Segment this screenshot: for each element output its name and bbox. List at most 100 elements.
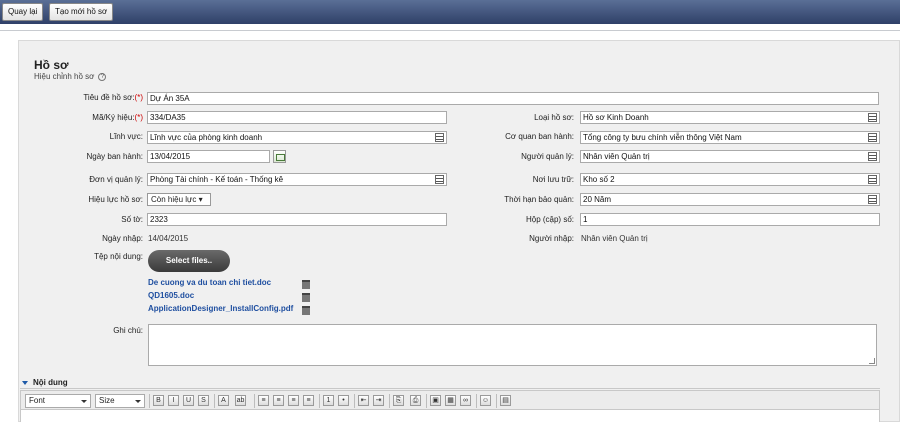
retention-value: 20 Năm	[583, 195, 612, 204]
new-record-button[interactable]: Tạo mới hồ sơ	[49, 3, 114, 21]
lookup-icon[interactable]	[435, 133, 444, 142]
code-label-text: Mã/Ký hiệu:	[92, 113, 135, 122]
toolbar-separator	[476, 394, 477, 408]
entry-user-value: Nhân viên Quản trị	[581, 234, 648, 243]
note-textarea[interactable]	[148, 324, 877, 366]
lookup-icon[interactable]	[435, 175, 444, 184]
calendar-icon[interactable]	[273, 150, 286, 163]
validity-select[interactable]: Còn hiệu lực ▾	[147, 193, 211, 206]
note-label: Ghi chú:	[113, 326, 143, 335]
agency-value: Tổng công ty bưu chính viễn thông Việt N…	[583, 133, 742, 142]
source-icon[interactable]: ▤	[500, 395, 511, 406]
manager-label: Người quản lý:	[521, 152, 574, 161]
file-link[interactable]: QD1605.doc	[148, 291, 194, 300]
select-files-button[interactable]: Select files..	[148, 250, 230, 272]
align-right-icon[interactable]: ≡	[288, 395, 299, 406]
link-icon[interactable]: ∞	[460, 395, 471, 406]
entry-user-label: Người nhập:	[529, 234, 574, 243]
font-select[interactable]: Font	[25, 394, 91, 408]
table-icon[interactable]: ▦	[445, 395, 456, 406]
title-label: Tiêu đề hồ sơ:(*)	[83, 93, 143, 102]
box-input[interactable]: 1	[580, 213, 880, 226]
required-mark: (*)	[134, 93, 143, 102]
trash-icon[interactable]	[302, 306, 310, 315]
lookup-icon[interactable]	[868, 152, 877, 161]
resize-grip-icon[interactable]	[869, 358, 875, 364]
size-select-label: Size	[99, 396, 115, 405]
code-label: Mã/Ký hiệu:(*)	[92, 113, 143, 122]
unit-label: Đơn vị quản lý:	[89, 175, 143, 184]
bold-icon[interactable]: B	[153, 395, 164, 406]
unit-field[interactable]: Phòng Tài chính - Kế toán - Thống kê	[147, 173, 447, 186]
ordered-list-icon[interactable]: 1	[323, 395, 334, 406]
title-input[interactable]: Dự Án 35A	[147, 92, 879, 105]
align-center-icon[interactable]: ≡	[273, 395, 284, 406]
underline-icon[interactable]: U	[183, 395, 194, 406]
storage-label: Nơi lưu trữ:	[532, 175, 574, 184]
agency-label: Cơ quan ban hành:	[505, 132, 574, 141]
file-link[interactable]: ApplicationDesigner_InstallConfig.pdf	[148, 304, 293, 313]
emoticon-icon[interactable]: ☺	[480, 395, 491, 406]
header-divider	[0, 30, 900, 31]
code-input[interactable]: 334/DA35	[147, 111, 447, 124]
toolbar-separator	[496, 394, 497, 408]
lookup-icon[interactable]	[868, 113, 877, 122]
validity-label: Hiệu lực hồ sơ:	[88, 195, 143, 204]
align-justify-icon[interactable]: ≡	[303, 395, 314, 406]
editor-area[interactable]	[20, 410, 880, 422]
storage-value: Kho số 2	[583, 175, 615, 184]
box-label: Hộp (cập) số:	[525, 215, 574, 224]
strike-icon[interactable]: S	[198, 395, 209, 406]
agency-field[interactable]: Tổng công ty bưu chính viễn thông Việt N…	[580, 131, 880, 144]
type-label: Loại hồ sơ:	[534, 113, 574, 122]
align-left-icon[interactable]: ≡	[258, 395, 269, 406]
content-section-label: Nội dung	[33, 378, 68, 387]
font-color-icon[interactable]: A	[218, 395, 229, 406]
issue-date-label: Ngày ban hành:	[86, 152, 144, 161]
toolbar-separator	[426, 394, 427, 408]
title-label-text: Tiêu đề hồ sơ:	[83, 93, 135, 102]
back-button[interactable]: Quay lại	[2, 3, 44, 21]
font-select-label: Font	[29, 396, 46, 405]
size-select[interactable]: Size	[95, 394, 145, 408]
toolbar-separator	[254, 394, 255, 408]
type-value: Hồ sơ Kinh Doanh	[583, 113, 649, 122]
field-field[interactable]: Lĩnh vực của phòng kinh doanh	[147, 131, 447, 144]
entry-date-label: Ngày nhập:	[102, 234, 143, 243]
page-subtitle: Hiệu chỉnh hồ sơ?	[34, 72, 107, 81]
print-icon[interactable]: ⎙	[410, 395, 421, 406]
chevron-down-icon	[135, 400, 141, 403]
lookup-icon[interactable]	[868, 175, 877, 184]
entry-date-value: 14/04/2015	[148, 234, 189, 243]
paste-icon[interactable]: ⎘	[393, 395, 404, 406]
validity-value: Còn hiệu lực	[151, 195, 197, 204]
italic-icon[interactable]: I	[168, 395, 179, 406]
page-title: Hồ sơ	[34, 58, 69, 72]
toolbar-separator	[319, 394, 320, 408]
lookup-icon[interactable]	[868, 133, 877, 142]
trash-icon[interactable]	[302, 293, 310, 302]
chevron-down-icon	[81, 400, 87, 403]
type-field[interactable]: Hồ sơ Kinh Doanh	[580, 111, 880, 124]
highlight-icon[interactable]: ab	[235, 395, 246, 406]
manager-field[interactable]: Nhân viên Quản trị	[580, 150, 880, 163]
section-divider	[20, 388, 880, 389]
lookup-icon[interactable]	[868, 195, 877, 204]
collapse-triangle-icon[interactable]	[22, 380, 28, 385]
indent-icon[interactable]: ⇥	[373, 395, 384, 406]
outdent-icon[interactable]: ⇤	[358, 395, 369, 406]
content-section-header[interactable]: Nội dung	[22, 378, 68, 387]
field-label: Lĩnh vực:	[109, 132, 143, 141]
help-icon[interactable]: ?	[98, 72, 107, 81]
storage-field[interactable]: Kho số 2	[580, 173, 880, 186]
trash-icon[interactable]	[302, 280, 310, 289]
file-link[interactable]: De cuong va du toan chi tiet.doc	[148, 278, 271, 287]
issue-date-input[interactable]: 13/04/2015	[147, 150, 270, 163]
field-value: Lĩnh vực của phòng kinh doanh	[150, 133, 263, 142]
image-icon[interactable]: ▣	[430, 395, 441, 406]
chevron-down-icon: ▾	[198, 195, 203, 204]
retention-field[interactable]: 20 Năm	[580, 193, 880, 206]
sheets-input[interactable]: 2323	[147, 213, 447, 226]
bullet-list-icon[interactable]: •	[338, 395, 349, 406]
files-label: Tệp nội dung:	[94, 252, 143, 261]
